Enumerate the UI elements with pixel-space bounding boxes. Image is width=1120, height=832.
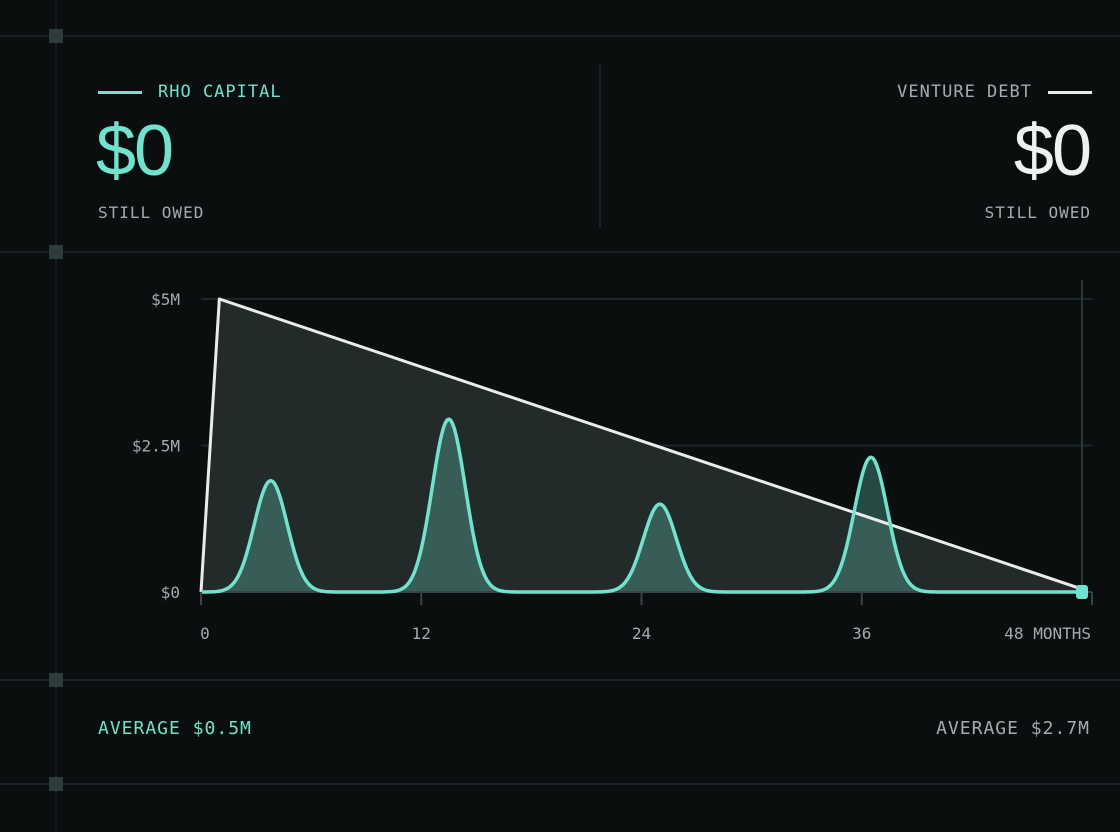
rho-average: AVERAGE $0.5M	[98, 718, 252, 739]
y-tick-label: $5M	[151, 290, 180, 309]
x-tick-label: 12	[412, 624, 431, 643]
x-tick-label: 48 MONTHS	[1004, 624, 1091, 643]
x-tick-label: 36	[852, 624, 871, 643]
x-tick-label: 24	[632, 624, 651, 643]
current-month-marker-point	[1076, 585, 1088, 599]
y-tick-label: $2.5M	[132, 437, 180, 456]
venture-average: AVERAGE $2.7M	[936, 718, 1090, 739]
x-tick-label: 0	[200, 624, 210, 643]
y-tick-label: $0	[161, 583, 180, 602]
debt-chart: 0 12 24 36 48 MONTHS $0 $2.5M $5M	[132, 280, 1093, 643]
